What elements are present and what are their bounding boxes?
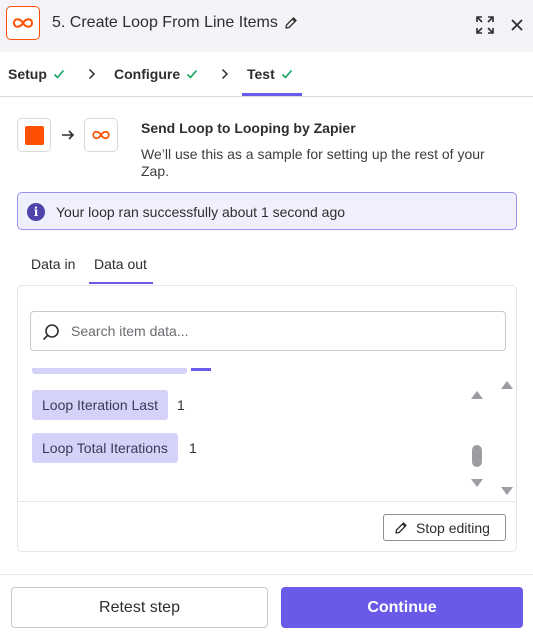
search-box[interactable] <box>30 311 506 351</box>
step-header: 5. Create Loop From Line Items <box>0 0 533 52</box>
tab-setup-label: Setup <box>8 66 47 82</box>
check-icon <box>53 68 65 80</box>
arrow-right-icon <box>59 126 77 144</box>
tab-test-label: Test <box>247 66 275 82</box>
pencil-icon <box>395 521 407 534</box>
scroll-up-arrow[interactable] <box>501 381 513 389</box>
tab-data-out[interactable]: Data out <box>94 256 147 272</box>
tab-configure[interactable]: Configure <box>114 66 198 82</box>
active-data-tab-indicator <box>89 282 153 284</box>
stop-editing-label: Stop editing <box>416 519 490 536</box>
search-input[interactable] <box>71 321 491 341</box>
list-item-value-cutoff <box>191 368 211 371</box>
field-label: Loop Total Iterations <box>42 440 168 456</box>
trigger-app-icon <box>17 118 51 152</box>
looping-icon <box>92 130 110 140</box>
footer-divider <box>0 574 533 575</box>
panel-scrollbar[interactable] <box>500 381 514 495</box>
success-banner: i Your loop ran successfully about 1 sec… <box>17 192 517 230</box>
tab-test[interactable]: Test <box>247 66 293 82</box>
app-row-description: We’ll use this as a sample for setting u… <box>141 146 485 179</box>
tab-configure-label: Configure <box>114 66 181 82</box>
looping-icon <box>12 18 34 28</box>
check-icon <box>186 68 198 80</box>
expand-icon[interactable] <box>474 14 496 36</box>
search-icon <box>42 324 59 341</box>
data-out-panel: Loop Iteration Last 1 Loop Total Iterati… <box>17 285 517 552</box>
panel-divider <box>18 501 516 502</box>
zapier-square-icon <box>24 125 44 145</box>
list-scrollbar[interactable] <box>470 391 484 487</box>
field-value: 1 <box>189 440 197 456</box>
edit-title-icon[interactable] <box>284 16 298 30</box>
scroll-thumb[interactable] <box>472 445 482 467</box>
step-title-text: 5. Create Loop From Line Items <box>52 14 278 31</box>
scroll-up-arrow[interactable] <box>471 391 483 399</box>
retest-step-button[interactable]: Retest step <box>11 587 268 628</box>
step-title[interactable]: 5. Create Loop From Line Items <box>52 14 298 32</box>
field-pill[interactable]: Loop Iteration Last <box>32 390 168 420</box>
banner-text: Your loop ran successfully about 1 secon… <box>56 204 346 220</box>
field-label: Loop Iteration Last <box>42 397 158 413</box>
tab-setup[interactable]: Setup <box>8 66 65 82</box>
info-icon: i <box>27 203 45 221</box>
scroll-down-arrow[interactable] <box>471 479 483 487</box>
field-value: 1 <box>177 397 185 413</box>
active-tab-indicator <box>242 93 302 96</box>
looping-app-small <box>84 118 118 152</box>
chevron-right-icon <box>221 67 231 81</box>
data-field-list: Loop Iteration Last 1 Loop Total Iterati… <box>18 368 468 500</box>
app-row-title: Send Loop to Looping by Zapier <box>141 120 356 136</box>
step-tabs: Setup Configure Test <box>0 52 533 97</box>
close-icon[interactable] <box>506 14 528 36</box>
stop-editing-button[interactable]: Stop editing <box>383 514 506 541</box>
looping-app-icon <box>6 6 40 40</box>
chevron-right-icon <box>88 67 98 81</box>
scroll-down-arrow[interactable] <box>501 487 513 495</box>
continue-button[interactable]: Continue <box>281 587 523 628</box>
check-icon <box>281 68 293 80</box>
tab-data-in[interactable]: Data in <box>31 256 75 272</box>
field-pill[interactable]: Loop Total Iterations <box>32 433 178 463</box>
list-item-cutoff <box>32 368 187 374</box>
